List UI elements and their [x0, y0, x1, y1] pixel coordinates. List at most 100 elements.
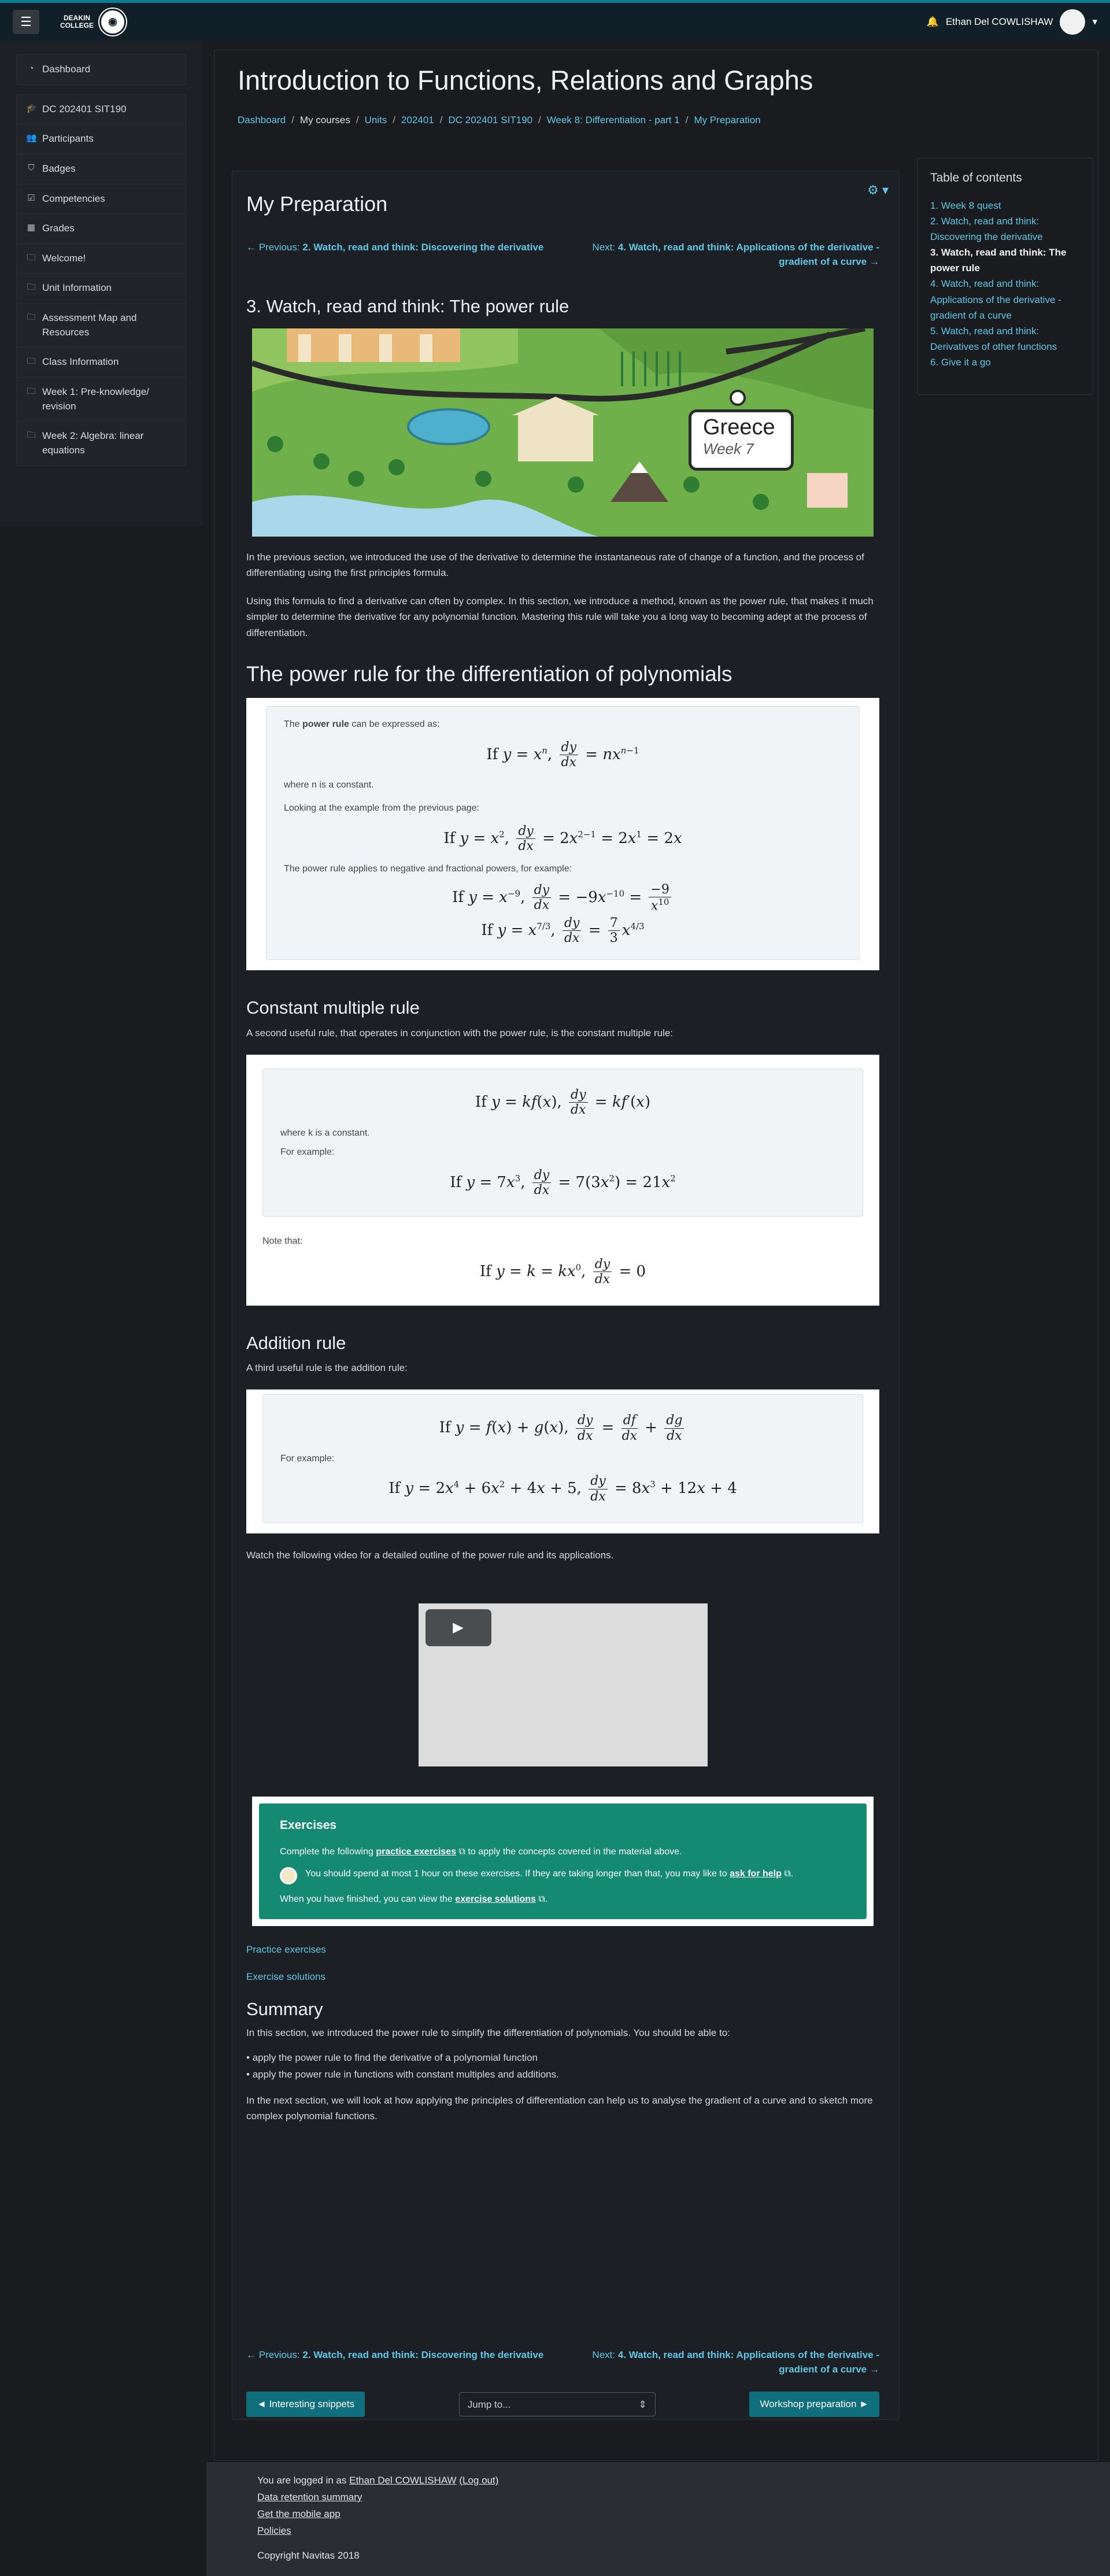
exercises-paragraph-2: You should spend at most 1 hour on these…	[305, 1868, 794, 1879]
toc-item-1[interactable]: 1. Week 8 quest	[930, 198, 1080, 213]
page-footer: You are logged in as Ethan Del COWLISHAW…	[206, 2462, 1110, 2576]
video-player[interactable]: ▶	[418, 1603, 708, 1767]
sidebar-item-label: Dashboard	[42, 64, 91, 75]
formula-fractional-power: If y = x7/3, dy dx = 7 3 x4/3	[481, 915, 645, 945]
exercises-panel: Exercises Complete the following practic…	[259, 1803, 867, 1919]
practice-exercises-file-link[interactable]: Practice exercises	[246, 1944, 326, 1955]
data-retention-link[interactable]: Data retention summary	[257, 2492, 362, 2503]
sidebar-item-label: Grades	[42, 223, 75, 234]
toc-title: Table of contents	[930, 171, 1022, 184]
folder-icon: 🗀	[27, 252, 36, 263]
bell-icon[interactable]: 🔔	[927, 14, 939, 29]
toc-item-2[interactable]: 2. Watch, read and think: Discovering th…	[930, 213, 1080, 245]
prev-prefix: Previous:	[258, 2349, 300, 2360]
greece-map-banner: Greece Week 7	[252, 328, 874, 537]
breadcrumb-202401[interactable]: 202401	[401, 113, 434, 128]
user-menu[interactable]: 🔔 Ethan Del COWLISHAW ▾	[927, 9, 1097, 35]
next-chapter-link-bottom[interactable]: Next: 4. Watch, read and think: Applicat…	[590, 2348, 879, 2377]
sidebar-item-label: Unit Information	[42, 282, 112, 294]
section-heading-constant-multiple: Constant multiple rule	[246, 997, 420, 1018]
practice-exercises-file: Practice exercises	[246, 1942, 879, 1957]
sidebar-item-course[interactable]: 🎓 DC 202401 SIT190	[17, 95, 186, 125]
prev-activity-button[interactable]: ◄ Interesting snippets	[246, 2392, 365, 2417]
drawer-group-home: ◔ Dashboard	[16, 54, 186, 85]
ask-for-help-link[interactable]: ask for help	[730, 1869, 782, 1879]
section-heading-power-rule: The power rule for the differentiation o…	[246, 661, 732, 686]
jump-to-select[interactable]: Jump to... ⇕	[458, 2392, 656, 2416]
bottom-chapter-nav: ← Previous: 2. Watch, read and think: Di…	[246, 2348, 879, 2377]
toc-item-3-current: 3. Watch, read and think: The power rule	[930, 247, 1067, 274]
select-arrows-icon: ⇕	[638, 2398, 647, 2410]
logout-link[interactable]: (Log out)	[459, 2475, 498, 2486]
top-chapter-nav: ← Previous: 2. Watch, read and think: Di…	[246, 241, 879, 269]
breadcrumb-separator: /	[393, 114, 396, 126]
practice-exercises-link[interactable]: practice exercises	[376, 1847, 456, 1857]
bottom-nav-row: ← Previous: 2. Watch, read and think: Di…	[246, 2348, 879, 2377]
toc-item-5[interactable]: 5. Watch, read and think: Derivatives of…	[930, 323, 1080, 354]
sidebar-item-welcome[interactable]: 🗀 Welcome!	[17, 244, 186, 274]
power-rule-box: The power rule can be expressed as: If y…	[246, 698, 879, 971]
sidebar-item-week-2[interactable]: 🗀 Week 2: Algebra: linear equations	[17, 422, 186, 465]
toc-item-4[interactable]: 4. Watch, read and think: Applications o…	[930, 276, 1080, 323]
exercise-solutions-file-link[interactable]: Exercise solutions	[246, 1971, 325, 1982]
breadcrumb-course[interactable]: DC 202401 SIT190	[449, 113, 533, 128]
caret-down-icon[interactable]: ▾	[1092, 14, 1097, 29]
prev-prefix: Previous:	[258, 242, 300, 253]
table-icon: ▦	[27, 223, 36, 233]
toc-item-6[interactable]: 6. Give it a go	[930, 354, 1080, 370]
section-heading-summary: Summary	[246, 1998, 323, 2019]
policies-link[interactable]: Policies	[257, 2525, 291, 2536]
exercises-title: Exercises	[280, 1819, 337, 1832]
breadcrumb-units[interactable]: Units	[365, 113, 387, 128]
formula-constant-rule: If y = kf(x), dy dx = kf′(x)	[475, 1087, 651, 1118]
time-advice-row: You should spend at most 1 hour on these…	[280, 1867, 846, 1884]
page-title: Introduction to Functions, Relations and…	[238, 65, 813, 95]
logo-text-line2: COLLEGE	[60, 21, 94, 29]
for-example-label: For example:	[280, 1147, 335, 1158]
sidebar-item-label: Class Information	[42, 356, 119, 368]
sidebar-item-competencies[interactable]: ☑ Competencies	[17, 184, 186, 215]
breadcrumb-my-preparation[interactable]: My Preparation	[694, 113, 760, 128]
sidebar-item-grades[interactable]: ▦ Grades	[17, 214, 186, 244]
clock-icon	[280, 1867, 297, 1884]
exercises-wrapper: Exercises Complete the following practic…	[252, 1797, 874, 1926]
sidebar-item-label: Week 2: Algebra: linear equations	[42, 430, 144, 456]
logo-seal-icon: ◉	[99, 8, 127, 35]
user-name[interactable]: Ethan Del COWLISHAW	[946, 14, 1053, 29]
banner-subtitle: Week 7	[703, 439, 754, 457]
formula-negative-power: If y = x−9, dy dx = −9x−10 = −9 x10	[284, 877, 842, 914]
folder-icon: 🗀	[27, 386, 36, 397]
breadcrumb-dashboard[interactable]: Dashboard	[238, 113, 286, 128]
mobile-app-link[interactable]: Get the mobile app	[257, 2508, 341, 2519]
sidebar-item-badges[interactable]: ⛉ Badges	[17, 154, 186, 184]
breadcrumb: Dashboard / My courses / Units / 202401 / DC…	[238, 113, 813, 128]
sidebar-item-class-information[interactable]: 🗀 Class Information	[17, 348, 186, 378]
logged-in-info: You are logged in as Ethan Del COWLISHAW…	[257, 2472, 1059, 2489]
previous-chapter-link[interactable]: ← Previous: 2. Watch, read and think: Di…	[246, 241, 547, 269]
breadcrumb-week-8[interactable]: Week 8: Differentiation - part 1	[547, 113, 680, 128]
list-item: apply the power rule in functions with c…	[246, 2067, 879, 2083]
breadcrumb-separator: /	[685, 114, 689, 126]
sidebar-item-unit-information[interactable]: 🗀 Unit Information	[17, 274, 186, 304]
sidebar-item-assessment-map[interactable]: 🗀 Assessment Map and Resources	[17, 304, 186, 348]
sidebar-item-label: DC 202401 SIT190	[42, 103, 127, 114]
formula-addition-rule: If y = f(x) + g(x), dy dx = df dx + dg dx	[280, 1405, 845, 1451]
note-that-label: Note that:	[262, 1236, 303, 1247]
top-navbar: ☰ DEAKIN COLLEGE ◉ 🔔 Ethan Del COWLISHAW …	[0, 0, 1110, 40]
next-activity-button[interactable]: Workshop preparation ►	[749, 2392, 879, 2417]
sidebar-item-dashboard[interactable]: ◔ Dashboard	[17, 55, 186, 84]
play-icon[interactable]: ▶	[425, 1609, 491, 1647]
power-intro-bold: power rule	[302, 719, 349, 730]
drawer-group-course: 🎓 DC 202401 SIT190 👥 Participants ⛉ Badges …	[16, 94, 186, 466]
next-chapter-link[interactable]: Next: 4. Watch, read and think: Applicat…	[590, 241, 879, 269]
sidebar-item-participants[interactable]: 👥 Participants	[17, 124, 186, 154]
menu-toggle-button[interactable]: ☰	[13, 9, 39, 34]
sidebar-item-week-1[interactable]: 🗀 Week 1: Pre-knowledge/ revision	[17, 378, 186, 422]
previous-chapter-link-bottom[interactable]: ← Previous: 2. Watch, read and think: Di…	[246, 2348, 547, 2377]
footer-user-link[interactable]: Ethan Del COWLISHAW	[349, 2475, 456, 2486]
ex-p1-b: to apply the concepts covered in the mat…	[465, 1846, 682, 1857]
exercise-solutions-link[interactable]: exercise solutions	[455, 1894, 536, 1904]
avatar[interactable]	[1060, 9, 1086, 35]
folder-icon: 🗀	[27, 282, 36, 293]
site-logo[interactable]: DEAKIN COLLEGE ◉	[60, 8, 127, 35]
